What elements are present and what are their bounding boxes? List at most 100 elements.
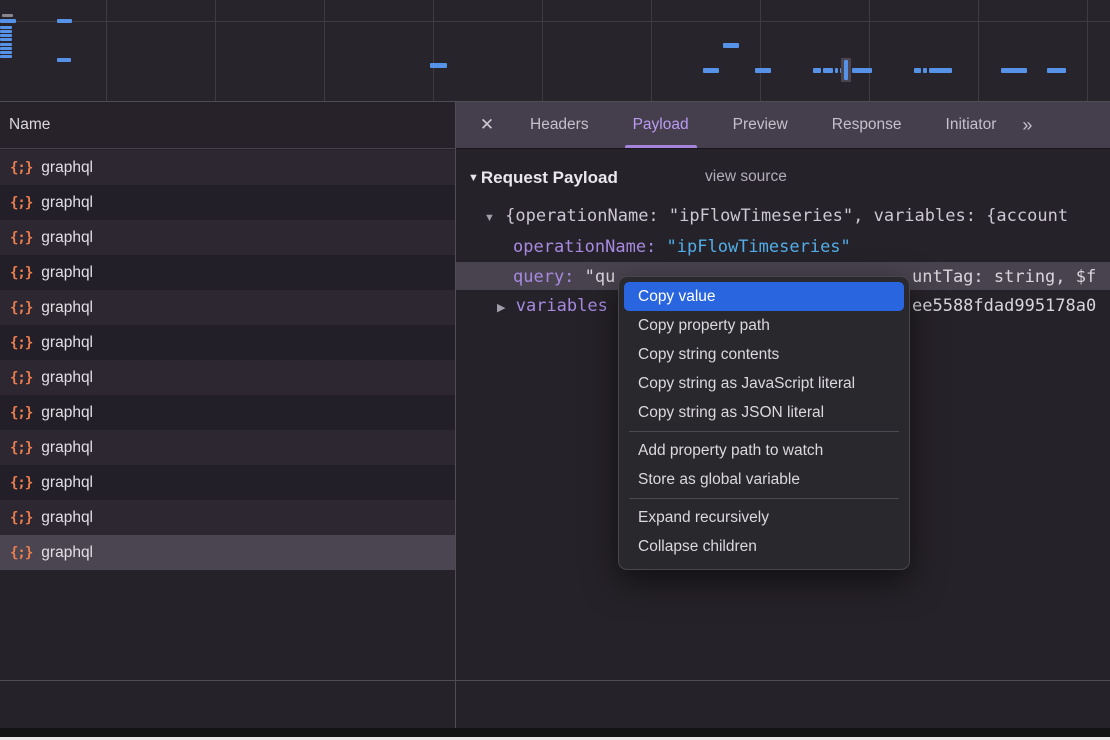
request-payload-section[interactable]: ▼ Request Payload	[468, 166, 618, 190]
request-row[interactable]: {;}graphql	[0, 220, 455, 255]
request-row[interactable]: {;} graphql	[0, 185, 455, 220]
name-column-header[interactable]: Name	[0, 102, 455, 149]
request-timing-bar	[0, 43, 12, 46]
name-column-label: Name	[9, 116, 50, 134]
request-row[interactable]: {;} graphql	[0, 535, 455, 570]
panel-splitter[interactable]	[455, 102, 456, 728]
footer-divider	[0, 680, 1110, 681]
json-braces-icon: {;}	[10, 195, 32, 211]
json-braces-icon: {;}	[10, 335, 32, 351]
tree-row-root[interactable]: ▼ {operationName: "ipFlowTimeseries", va…	[484, 205, 1068, 227]
more-tabs-icon[interactable]: »	[1022, 115, 1032, 136]
menu-item-add-property-path-to-watch[interactable]: Add property path to watch	[624, 436, 904, 465]
request-timing-bar	[852, 68, 872, 73]
request-timing-bar	[0, 34, 12, 37]
collapse-triangle-icon[interactable]: ▼	[468, 172, 479, 184]
query-value-continuation: untTag: string, $f	[912, 266, 1096, 288]
menu-separator	[629, 498, 899, 499]
json-braces-icon: {;}	[10, 545, 32, 561]
json-braces-icon: {;}	[10, 265, 32, 281]
json-braces-icon: {;}	[10, 300, 32, 316]
request-timing-bar	[1047, 68, 1066, 73]
request-timing-bar	[914, 68, 921, 73]
request-name: graphql	[41, 474, 93, 492]
request-list: {;} graphql {;} graphql {;} graphql {;} graphql…	[0, 150, 455, 570]
request-row[interactable]: {;} graphql	[0, 465, 455, 500]
request-timing-bar	[0, 38, 12, 41]
request-row[interactable]: {;} graphql	[0, 150, 455, 185]
request-timing-bar	[0, 19, 16, 23]
object-preview: {operationName: "ipFlowTimeseries", vari…	[505, 206, 1068, 226]
overview-gridline	[542, 0, 543, 101]
request-timing-bar	[430, 63, 447, 68]
request-name: graphql	[41, 264, 93, 282]
request-row[interactable]: {;} graphql	[0, 290, 455, 325]
json-braces-icon: {;}	[10, 440, 32, 456]
context-menu: Copy valueCopy property pathCopy string …	[618, 276, 910, 570]
request-timing-bar	[0, 30, 12, 33]
request-name: graphql	[41, 439, 93, 457]
tree-row-variables[interactable]: ▶ variables	[497, 295, 608, 317]
request-timing-bar	[923, 68, 927, 73]
property-key: operationName:	[513, 237, 656, 257]
request-timing-bar	[813, 68, 821, 73]
request-timing-bar	[835, 68, 838, 73]
menu-item-collapse-children[interactable]: Collapse children	[624, 532, 904, 561]
request-timing-bar	[1001, 68, 1027, 73]
menu-item-expand-recursively[interactable]: Expand recursively	[624, 503, 904, 532]
tab-headers[interactable]: Headers	[508, 102, 611, 148]
property-key: query:	[513, 267, 574, 287]
tab-response[interactable]: Response	[810, 102, 924, 148]
request-row[interactable]: {;}graphql	[0, 395, 455, 430]
overview-gridline	[978, 0, 979, 101]
property-value: "ipFlowTimeseries"	[667, 237, 851, 257]
close-icon[interactable]: ✕	[472, 115, 502, 135]
request-timing-bar	[0, 47, 12, 50]
json-braces-icon: {;}	[10, 510, 32, 526]
tree-row-query[interactable]: query: "qu	[513, 266, 615, 288]
menu-item-copy-string-contents[interactable]: Copy string contents	[624, 340, 904, 369]
request-timing-bar	[57, 58, 71, 62]
request-timing-bar	[0, 51, 12, 54]
overview-gridline	[106, 0, 107, 101]
json-braces-icon: {;}	[10, 160, 32, 176]
collapse-triangle-icon[interactable]: ▼	[484, 212, 495, 224]
menu-item-copy-string-as-javascript-literal[interactable]: Copy string as JavaScript literal	[624, 369, 904, 398]
request-name: graphql	[41, 229, 93, 247]
menu-item-copy-value[interactable]: Copy value	[624, 282, 904, 311]
view-source-link[interactable]: view source	[705, 168, 787, 186]
menu-item-copy-property-path[interactable]: Copy property path	[624, 311, 904, 340]
request-timing-bar	[929, 68, 952, 73]
request-row[interactable]: {;}graphql	[0, 325, 455, 360]
property-key: variables	[516, 296, 608, 316]
request-name: graphql	[41, 159, 93, 177]
request-row[interactable]: {;}graphql	[0, 360, 455, 395]
tab-list: HeadersPayloadPreviewResponseInitiator	[508, 102, 1018, 148]
request-name: graphql	[41, 369, 93, 387]
tab-preview[interactable]: Preview	[711, 102, 810, 148]
request-timing-bar	[703, 68, 719, 73]
request-name: graphql	[41, 194, 93, 212]
request-timing-bar	[723, 43, 739, 48]
menu-item-copy-string-as-json-literal[interactable]: Copy string as JSON literal	[624, 398, 904, 427]
network-overview[interactable]	[0, 0, 1110, 102]
window-bottom-edge	[0, 728, 1110, 737]
request-row[interactable]: {;} graphql	[0, 430, 455, 465]
request-name: graphql	[41, 509, 93, 527]
request-name: graphql	[41, 544, 93, 562]
tree-row-operation-name[interactable]: operationName: "ipFlowTimeseries"	[513, 236, 851, 258]
json-braces-icon: {;}	[10, 475, 32, 491]
request-name: graphql	[41, 404, 93, 422]
overview-gridline	[760, 0, 761, 101]
request-timing-bar	[844, 60, 848, 80]
tab-initiator[interactable]: Initiator	[924, 102, 1019, 148]
request-timing-bar	[0, 26, 12, 29]
request-timing-bar	[755, 68, 771, 73]
request-row[interactable]: {;} graphql	[0, 255, 455, 290]
request-timing-bar	[0, 55, 12, 58]
request-name: graphql	[41, 299, 93, 317]
menu-item-store-as-global-variable[interactable]: Store as global variable	[624, 465, 904, 494]
tab-payload[interactable]: Payload	[611, 102, 711, 148]
overview-gridline	[433, 0, 434, 101]
request-row[interactable]: {;} graphql	[0, 500, 455, 535]
